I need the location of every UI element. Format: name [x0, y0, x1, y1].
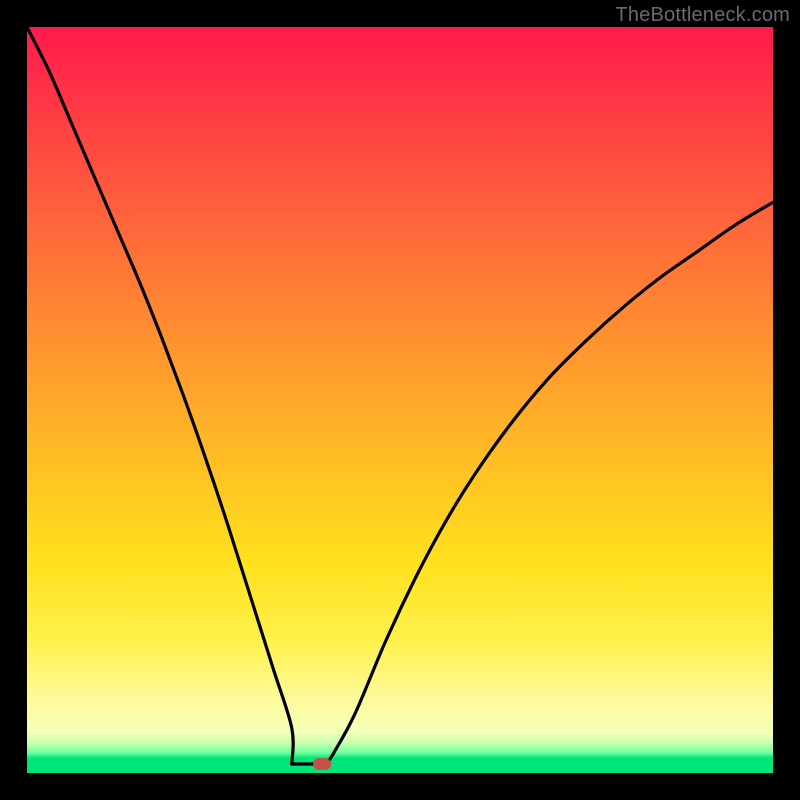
- watermark-text: TheBottleneck.com: [615, 4, 790, 27]
- plot-area: [27, 27, 773, 773]
- optimal-point-marker: [313, 758, 331, 770]
- bottleneck-curve: [27, 27, 773, 773]
- chart-frame: TheBottleneck.com: [0, 0, 800, 800]
